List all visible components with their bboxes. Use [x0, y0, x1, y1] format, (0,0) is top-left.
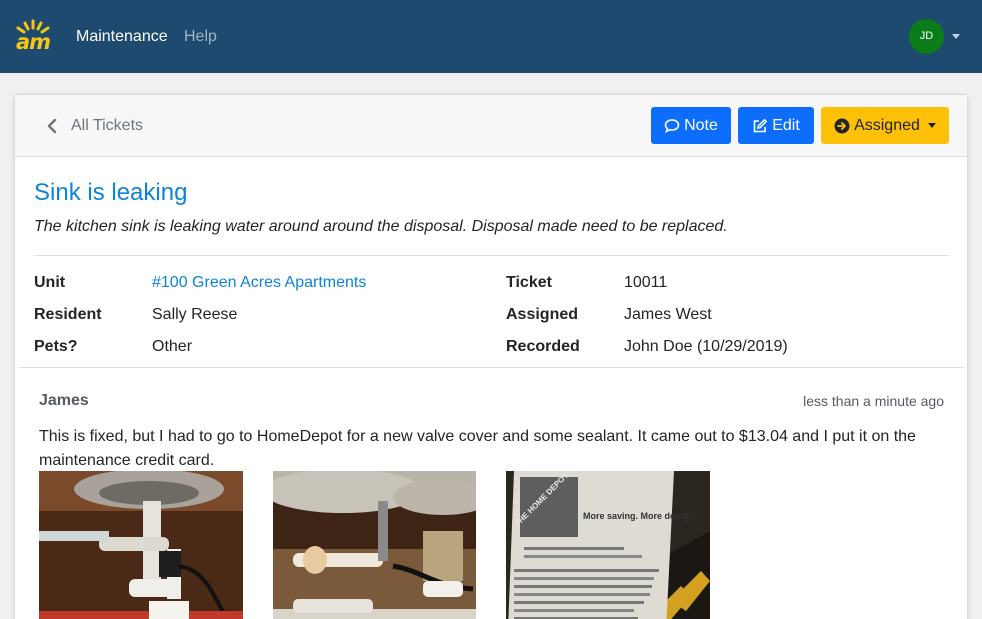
note-photo-2[interactable] [273, 471, 476, 619]
note-button-label: Note [684, 116, 718, 134]
logo-text: am [15, 30, 51, 54]
divider [34, 255, 949, 256]
note-photo-1[interactable] [39, 471, 243, 619]
note-timestamp: less than a minute ago [803, 393, 944, 409]
back-label: All Tickets [71, 117, 144, 134]
recorded-label: Recorded [506, 338, 580, 355]
ticket-card: All Tickets Note Edit Assigned Sink is l… [14, 94, 968, 619]
back-to-all-tickets[interactable]: All Tickets [45, 115, 143, 137]
caret-down-icon[interactable] [952, 34, 960, 39]
edit-icon [753, 118, 768, 132]
ticket-description: The kitchen sink is leaking water around… [34, 218, 728, 235]
note-author: James [39, 392, 89, 409]
note-photo-3[interactable]: THE HOME DEPOT More saving. More doing. [506, 471, 710, 619]
photo-receipt-image: THE HOME DEPOT More saving. More doing. [506, 471, 710, 619]
resident-label: Resident [34, 306, 102, 323]
ticket-title: Sink is leaking [34, 179, 188, 206]
nav-help[interactable]: Help [184, 27, 217, 46]
pets-value: Other [152, 338, 193, 355]
recorded-value: John Doe (10/29/2019) [624, 338, 788, 355]
note-text: This is fixed, but I had to go to HomeDe… [39, 428, 916, 469]
unit-link[interactable]: #100 Green Acres Apartments [152, 273, 366, 293]
card-header: All Tickets Note Edit Assigned [15, 95, 967, 157]
photo-sink-pipes-image [39, 471, 243, 619]
resident-value: Sally Reese [152, 306, 238, 323]
top-navbar: am Maintenance Help JD [0, 0, 982, 73]
chevron-left-icon [47, 118, 57, 134]
unit-label: Unit [34, 274, 66, 291]
nav-maintenance[interactable]: Maintenance [76, 27, 168, 46]
user-avatar[interactable]: JD [909, 19, 944, 54]
arrow-circle-right-icon [834, 118, 850, 133]
comment-icon [664, 118, 680, 133]
status-dropdown-button[interactable]: Assigned [821, 107, 949, 144]
assigned-label: Assigned [506, 306, 579, 323]
status-button-label: Assigned [854, 116, 920, 134]
edit-button[interactable]: Edit [738, 107, 814, 144]
photo-sink-valve-image [273, 471, 476, 619]
assigned-value: James West [624, 306, 712, 323]
caret-down-icon [927, 123, 936, 128]
receipt-tagline: More saving. More doing. [583, 511, 692, 521]
ticket-number-value: 10011 [624, 274, 668, 291]
note-button[interactable]: Note [651, 107, 731, 144]
app-logo[interactable]: am [13, 19, 53, 55]
pets-label: Pets? [34, 338, 78, 355]
edit-button-label: Edit [772, 116, 800, 134]
ticket-number-label: Ticket [506, 274, 552, 291]
note-entry: James less than a minute ago This is fix… [19, 367, 964, 619]
